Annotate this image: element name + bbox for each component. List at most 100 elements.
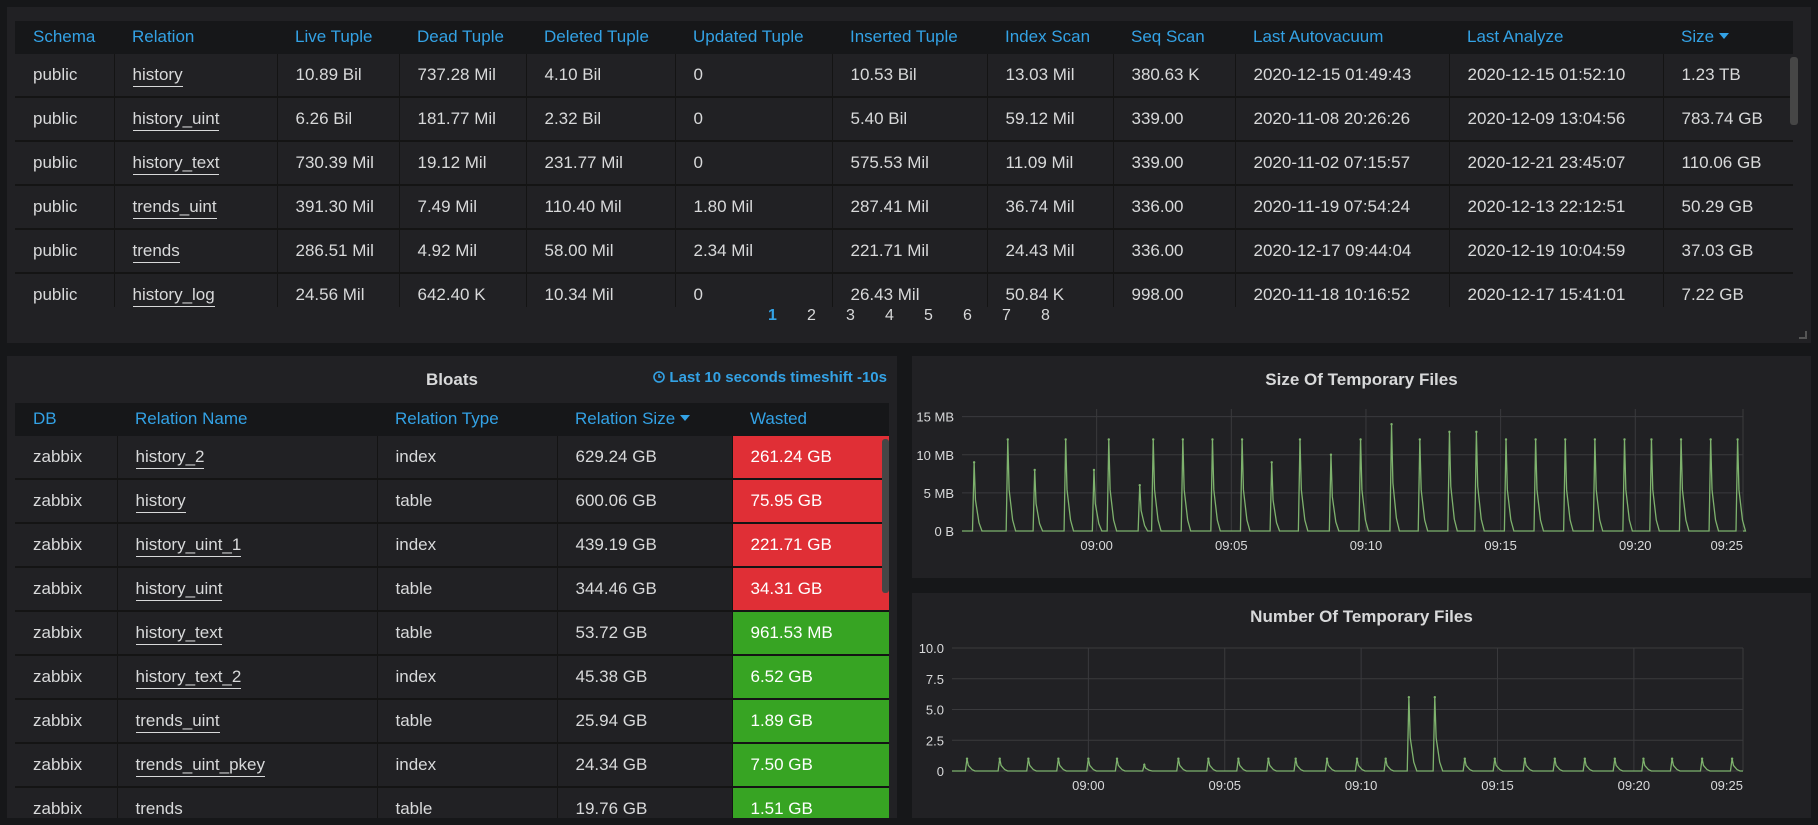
column-header-inserted-tuple[interactable]: Inserted Tuple: [832, 21, 987, 54]
table-cell: 2020-12-17 09:44:04: [1235, 229, 1450, 274]
data-point: [1553, 757, 1556, 760]
column-header-dead-tuple[interactable]: Dead Tuple: [399, 21, 526, 54]
bloats-viewport[interactable]: DB Relation Name Relation Type Relation Siz…: [15, 403, 889, 818]
page-link-5[interactable]: 5: [909, 307, 948, 325]
data-point: [1237, 757, 1240, 760]
table-cell: 2020-12-17 15:41:01: [1449, 273, 1664, 307]
column-header-index-scan[interactable]: Index Scan: [987, 21, 1113, 54]
relation-link[interactable]: history_2: [135, 447, 205, 469]
data-point: [1418, 438, 1422, 441]
table-cell: index: [377, 655, 558, 700]
data-point: [1613, 757, 1617, 760]
table-cell: 231.77 Mil: [526, 141, 676, 186]
column-header-seq-scan[interactable]: Seq Scan: [1113, 21, 1235, 54]
table-cell: 2020-12-13 22:12:51: [1449, 185, 1664, 230]
data-point: [1207, 757, 1210, 760]
data-point: [1448, 430, 1451, 434]
data-point: [1092, 468, 1096, 472]
series-line: [952, 697, 1743, 772]
temp-files-size-chart[interactable]: 0 B 5 MB 10 MB 15 MB 09:00 09:05 09:10 09:15 09:…: [912, 356, 1811, 578]
table-cell: 24.56 Mil: [277, 273, 400, 307]
table-row: public history_text 730.39 Mil 19.12 Mil 231…: [15, 141, 1793, 186]
data-point: [1325, 757, 1329, 760]
table-cell: 0: [675, 141, 833, 186]
column-header-live-tuple[interactable]: Live Tuple: [277, 21, 399, 54]
column-header-relation-name[interactable]: Relation Name: [117, 403, 377, 436]
relation-link[interactable]: history_text_2: [135, 667, 242, 689]
table-cell: 58.00 Mil: [526, 229, 676, 274]
table-row: public trends 286.51 Mil 4.92 Mil 58.00 Mil 2…: [15, 229, 1793, 274]
temp-files-count-chart[interactable]: 0 2.5 5.0 7.5 10.0 09:00 09:05 09:10 09:15 09:20 0…: [912, 593, 1811, 818]
table-scrollbar[interactable]: [1790, 57, 1798, 125]
data-point: [1359, 438, 1362, 441]
table-cell: 4.10 Bil: [526, 53, 676, 98]
column-header-schema[interactable]: Schema: [15, 21, 114, 54]
data-point: [1700, 757, 1704, 760]
column-header-last-analyze[interactable]: Last Analyze: [1449, 21, 1663, 54]
relation-link[interactable]: history_text: [132, 153, 220, 175]
y-tick-label: 0 B: [934, 524, 954, 539]
table-cell: history_text: [117, 611, 378, 656]
table-cell: 600.06 GB: [557, 479, 733, 524]
relation-link[interactable]: trends: [135, 799, 183, 818]
data-point: [1583, 757, 1586, 760]
relation-link[interactable]: history: [135, 491, 186, 513]
relation-link[interactable]: trends_uint: [132, 197, 217, 219]
table-row: zabbix history_uint_1 index 439.19 GB 221.71…: [15, 523, 889, 568]
page-link-7[interactable]: 7: [987, 307, 1026, 325]
x-tick-label: 09:25: [1710, 538, 1743, 553]
data-point: [1294, 757, 1297, 760]
table-cell: 730.39 Mil: [277, 141, 400, 186]
relation-link[interactable]: trends_uint_pkey: [135, 755, 265, 777]
table-cell: history_uint: [117, 567, 378, 612]
data-point: [1152, 438, 1155, 441]
resize-handle[interactable]: [1799, 331, 1807, 339]
relation-link[interactable]: history_text: [135, 623, 223, 645]
wasted-cell: 75.95 GB: [732, 479, 889, 524]
relation-link[interactable]: history_log: [132, 285, 215, 307]
table-cell: 2.34 Mil: [675, 229, 833, 274]
table-cell: index: [377, 523, 558, 568]
table-stats-panel: Schema Relation Live Tuple Dead Tuple Delete…: [7, 7, 1811, 343]
table-cell: 10.34 Mil: [526, 273, 676, 307]
relation-link[interactable]: history_uint: [132, 109, 220, 131]
relation-link[interactable]: trends_uint: [135, 711, 220, 733]
table-stats-viewport[interactable]: Schema Relation Live Tuple Dead Tuple Delete…: [15, 21, 1793, 307]
page-link-3[interactable]: 3: [831, 307, 870, 325]
column-header-wasted[interactable]: Wasted: [732, 403, 889, 436]
column-header-last-autovacuum[interactable]: Last Autovacuum: [1235, 21, 1449, 54]
table-cell: 221.71 Mil: [832, 229, 988, 274]
table-cell: index: [377, 743, 558, 788]
table-cell: trends_uint: [114, 185, 278, 230]
table-cell: 7.22 GB: [1663, 273, 1793, 307]
relation-link[interactable]: history: [132, 65, 183, 87]
column-header-relation-type[interactable]: Relation Type: [377, 403, 557, 436]
page-link-2[interactable]: 2: [792, 307, 831, 325]
x-tick-label: 09:15: [1481, 778, 1514, 793]
page-link-1[interactable]: 1: [753, 307, 792, 325]
sort-desc-icon: [1719, 32, 1730, 39]
table-cell: 575.53 Mil: [832, 141, 988, 186]
data-point: [1670, 757, 1674, 760]
bloats-scrollbar[interactable]: [882, 439, 889, 593]
relation-link[interactable]: history_uint: [135, 579, 223, 601]
column-header-relation-size[interactable]: Relation Size: [557, 403, 732, 436]
page-link-4[interactable]: 4: [870, 307, 909, 325]
page-link-6[interactable]: 6: [948, 307, 987, 325]
relation-link[interactable]: trends: [132, 241, 180, 263]
relation-link[interactable]: history_uint_1: [135, 535, 242, 557]
x-tick-label: 09:05: [1208, 778, 1241, 793]
table-cell: trends_uint: [117, 699, 378, 744]
column-header-updated-tuple[interactable]: Updated Tuple: [675, 21, 832, 54]
table-row: public history_uint 6.26 Bil 181.77 Mil 2.32…: [15, 97, 1793, 142]
column-header-relation[interactable]: Relation: [114, 21, 277, 54]
table-row: zabbix trends table 19.76 GB 1.51 GB: [15, 787, 889, 818]
page-link-8[interactable]: 8: [1026, 307, 1065, 325]
column-header-db[interactable]: DB: [15, 403, 117, 436]
data-point: [1463, 757, 1466, 760]
x-tick-label: 09:10: [1350, 538, 1383, 553]
column-header-deleted-tuple[interactable]: Deleted Tuple: [526, 21, 675, 54]
wasted-cell: 221.71 GB: [732, 523, 889, 568]
column-header-size[interactable]: Size: [1663, 21, 1793, 54]
table-cell: public: [15, 53, 115, 98]
